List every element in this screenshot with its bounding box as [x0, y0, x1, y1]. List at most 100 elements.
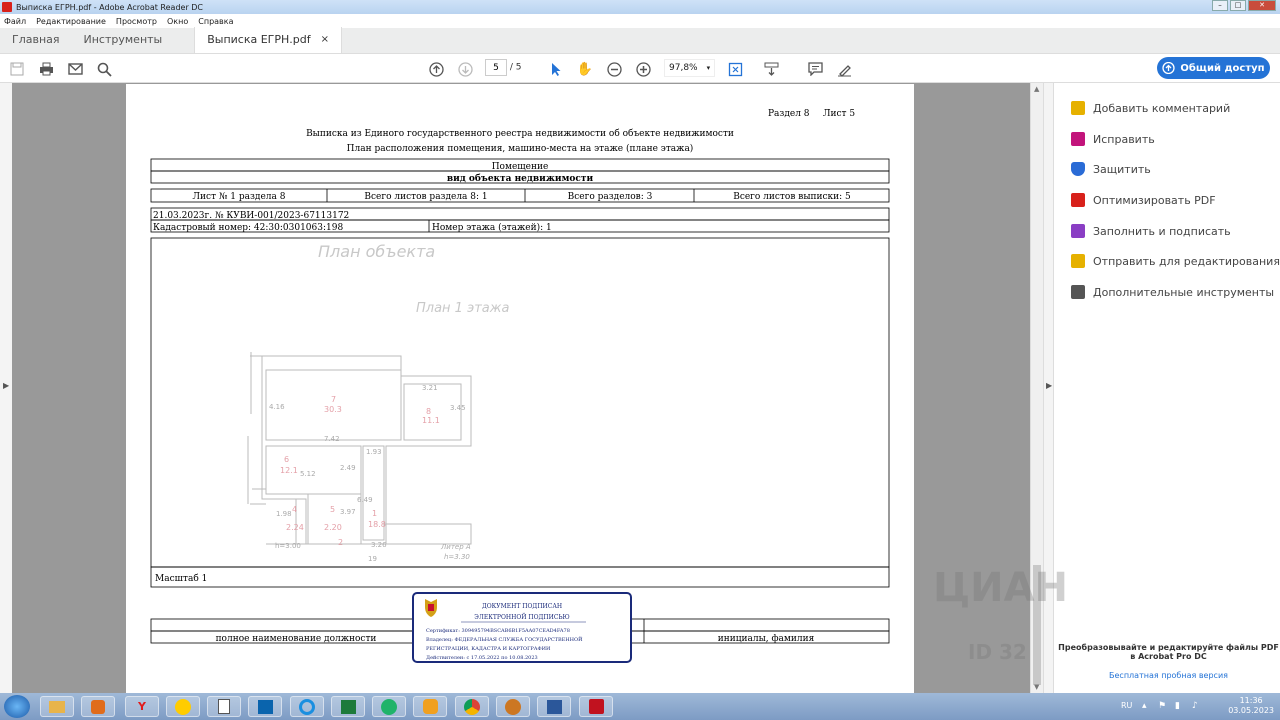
comment-tool-icon [1071, 101, 1085, 115]
tool-protect[interactable]: Защитить [1071, 162, 1151, 176]
taskbar-explorer[interactable] [40, 696, 74, 717]
free-trial-link[interactable]: Бесплатная пробная версия [1056, 671, 1280, 680]
plan-dim-193: 1.93 [366, 448, 382, 456]
tool-fill-sign[interactable]: Заполнить и подписать [1071, 224, 1231, 238]
menu-view[interactable]: Просмотр [116, 17, 157, 26]
whatsapp-icon [381, 698, 397, 715]
previous-page-icon[interactable] [427, 60, 445, 78]
minimize-button[interactable]: – [1212, 0, 1228, 11]
excel-icon [340, 699, 356, 714]
share-button[interactable]: Общий доступ [1157, 57, 1270, 79]
maximize-button[interactable]: □ [1230, 0, 1246, 11]
menu-file[interactable]: Файл [4, 17, 26, 26]
plan-dim-512: 5.12 [300, 470, 316, 478]
tab-home[interactable]: Главная [0, 27, 72, 53]
tool-optimize[interactable]: Оптимизировать PDF [1071, 193, 1216, 207]
next-page-icon[interactable] [456, 60, 474, 78]
tab-close-icon[interactable]: × [321, 27, 329, 53]
email-icon[interactable] [66, 60, 84, 78]
window-controls: – □ ✕ [1212, 0, 1276, 11]
select-cursor-icon[interactable] [547, 60, 565, 78]
plan-label-area7: 30.3 [324, 405, 342, 414]
plan-dim-649: 6.49 [357, 496, 373, 504]
menu-help[interactable]: Справка [198, 17, 233, 26]
taskbar-outlook[interactable] [248, 696, 282, 717]
close-window-button[interactable]: ✕ [1248, 0, 1276, 11]
tray-flag-icon[interactable]: ⚑ [1158, 701, 1166, 711]
language-indicator[interactable]: RU [1121, 701, 1132, 710]
tool-label: Исправить [1093, 132, 1155, 146]
taskbar-media[interactable] [81, 696, 115, 717]
clock[interactable]: 11:36 03.05.2023 [1228, 696, 1274, 716]
tool-edit[interactable]: Исправить [1071, 132, 1155, 146]
send-edit-icon [1071, 254, 1085, 268]
tray-arrow-icon[interactable]: ▴ [1142, 701, 1147, 711]
promo-line-2: в Acrobat Pro DC [1130, 652, 1207, 661]
scroll-down-icon[interactable]: ▼ [1034, 683, 1039, 691]
fit-page-icon[interactable] [726, 60, 744, 78]
1c-icon [175, 698, 191, 715]
zoom-out-icon[interactable] [605, 60, 623, 78]
page-number-input[interactable] [485, 59, 507, 76]
print-icon[interactable] [37, 60, 55, 78]
taskbar-ie[interactable] [290, 696, 324, 717]
taskbar-acrobat[interactable] [579, 696, 613, 717]
plan-label-room7: 7 [331, 395, 336, 404]
stamp-cert: Сертификат: 309495794BSCAB6B1F5AA07CEAD4… [426, 627, 570, 634]
save-icon[interactable] [8, 60, 26, 78]
search-icon[interactable] [95, 60, 113, 78]
taskbar-yandex[interactable]: Y [125, 696, 159, 717]
zoom-select[interactable]: 97,8% ▾ [664, 59, 716, 77]
scroll-mode-icon[interactable] [762, 60, 780, 78]
taskbar-doc[interactable] [207, 696, 241, 717]
tools-pane: ▶ Добавить комментарий Исправить Защитит… [1043, 83, 1280, 693]
signature-stamp: ДОКУМЕНТ ПОДПИСАН ЭЛЕКТРОННОЙ ПОДПИСЬЮ С… [412, 592, 632, 663]
page-navigation: / 5 [485, 59, 522, 76]
window-titlebar: Выписка ЕГРН.pdf - Adobe Acrobat Reader … [0, 0, 1280, 14]
taskbar-edu[interactable] [496, 696, 530, 717]
plan-label-area4: 2.24 [286, 523, 304, 532]
menu-bar: Файл Редактирование Просмотр Окно Справк… [0, 14, 1280, 28]
doc-subtitle: План расположения помещения, машино-мест… [347, 143, 694, 154]
chevron-right-icon: ▶ [3, 381, 10, 390]
plan-dim-321: 3.21 [422, 384, 438, 392]
tray-volume-icon[interactable]: ♪ [1192, 701, 1198, 711]
tool-label: Оптимизировать PDF [1093, 193, 1216, 207]
floor-number: Номер этажа (этажей): 1 [432, 222, 552, 233]
zoom-in-icon[interactable] [634, 60, 652, 78]
sign-pen-icon[interactable] [835, 60, 853, 78]
taskbar-chrome[interactable] [455, 696, 489, 717]
taskbar-excel[interactable] [331, 696, 365, 717]
taskbar-word[interactable] [537, 696, 571, 717]
comment-icon[interactable] [806, 60, 824, 78]
menu-edit[interactable]: Редактирование [36, 17, 106, 26]
tray-network-icon[interactable]: ▮ [1175, 701, 1180, 711]
window-title: Выписка ЕГРН.pdf - Adobe Acrobat Reader … [16, 2, 204, 12]
more-tools-icon [1071, 285, 1085, 299]
left-panel-toggle[interactable]: ▶ [0, 83, 12, 693]
plan-label-room1: 1 [372, 509, 377, 518]
start-button[interactable] [4, 695, 30, 718]
scroll-up-icon[interactable]: ▲ [1034, 85, 1039, 93]
taskbar-notify[interactable] [413, 696, 447, 717]
tool-send-for-edit[interactable]: Отправить для редактирования [1071, 254, 1280, 268]
menu-window[interactable]: Окно [167, 17, 188, 26]
taskbar-whatsapp[interactable] [372, 696, 406, 717]
promo-line-1: Преобразовывайте и редактируйте файлы PD… [1058, 643, 1279, 652]
acrobat-app-icon [2, 2, 12, 12]
plan-label-area5: 2.20 [324, 523, 342, 532]
plan-label-room2: 2 [338, 538, 343, 547]
tool-add-comment[interactable]: Добавить комментарий [1071, 101, 1230, 115]
tab-tools[interactable]: Инструменты [72, 27, 175, 53]
tool-more-tools[interactable]: Дополнительные инструменты [1071, 285, 1274, 299]
doc-icon [218, 699, 230, 714]
premises-row: Помещение [492, 162, 549, 172]
taskbar-1c[interactable] [166, 696, 200, 717]
chevron-right-icon: ▶ [1046, 381, 1053, 390]
plan-label-area1: 18.8 [368, 520, 386, 529]
acrobat-icon [588, 699, 604, 714]
hand-tool-icon[interactable]: ✋ [576, 60, 594, 78]
plan-dim-742: 7.42 [324, 435, 340, 443]
plan-dim-397: 3.97 [340, 508, 356, 516]
tab-document[interactable]: Выписка ЕГРН.pdf × [194, 27, 343, 53]
